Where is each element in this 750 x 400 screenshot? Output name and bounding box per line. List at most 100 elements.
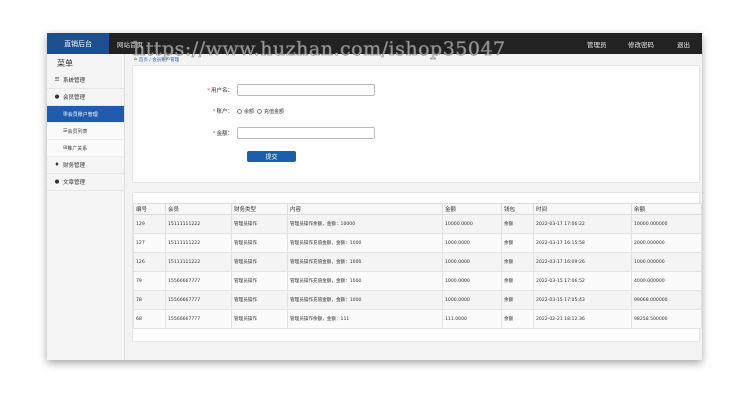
cell-amount: 10000.0000: [442, 214, 502, 234]
cell-amount: 1000.0000: [442, 252, 502, 272]
cell-member: 15111111222: [165, 214, 232, 234]
fire-icon: ♦: [54, 162, 60, 168]
col-header-balance[interactable]: 余额: [631, 203, 702, 215]
sidebar-menu: 菜单 ☰ 系统管理 ● 会员管理 ▥ 会员账户管理 ☰ 会员列表 ⊞ 推广关系 …: [47, 54, 125, 360]
main-content: ⌂ 首页 / 会员账户管理 *用户名： *账户： 余额 充值金额 *金额： 提交: [132, 54, 702, 360]
cell-type: 管理员操作: [231, 290, 288, 310]
cell-amount: 111.0000: [442, 309, 502, 329]
amount-input[interactable]: [237, 127, 375, 139]
cell-wallet: 余额: [501, 290, 534, 310]
cell-time: 2022-03-15 17:06:52: [533, 271, 632, 291]
cell-id: 78: [133, 290, 166, 310]
cell-id: 126: [133, 252, 166, 272]
menu-title: 菜单: [57, 58, 73, 68]
cell-member: 15111111222: [165, 233, 232, 253]
cell-type: 管理员操作: [231, 214, 288, 234]
col-header-content[interactable]: 内容: [287, 203, 443, 215]
col-header-member[interactable]: 会员: [165, 203, 232, 215]
col-header-wallet[interactable]: 钱包: [501, 203, 534, 215]
cell-content: 管理员操作充值金额，金额：1000: [287, 271, 443, 291]
sidebar-item-label: 文章管理: [63, 180, 86, 186]
cell-amount: 1000.0000: [442, 290, 502, 310]
cell-type: 管理员操作: [231, 271, 288, 291]
amount-label: *金额：: [212, 131, 233, 137]
logout-link[interactable]: 退出: [677, 33, 690, 54]
cell-wallet: 余额: [501, 214, 534, 234]
table-row[interactable]: 78 15566667777 管理员操作 管理员操作充值金额，金额：1000 1…: [133, 290, 702, 310]
cell-type: 管理员操作: [231, 252, 288, 272]
account-radio-balance[interactable]: 余额: [237, 108, 254, 115]
col-header-type[interactable]: 财务类型: [231, 203, 288, 215]
home-icon: ⌂: [134, 57, 137, 62]
table-row[interactable]: 68 15566667777 管理员操作 管理员操作余额，金额：111 111.…: [133, 309, 702, 329]
cell-type: 管理员操作: [231, 233, 288, 253]
table-row[interactable]: 129 15111111222 管理员操作 管理员操作余额，金额：10000 1…: [133, 214, 702, 234]
cell-content: 管理员操作充值金额，金额：1000: [287, 290, 443, 310]
cell-type: 管理员操作: [231, 309, 288, 329]
cell-member: 15566667777: [165, 309, 232, 329]
cell-member: 15111111222: [165, 252, 232, 272]
cell-wallet: 余额: [501, 233, 534, 253]
table-row[interactable]: 127 15111111222 管理员操作 管理员操作充值金额，金额：1000 …: [133, 233, 702, 253]
sidebar-item-finance[interactable]: ♦ 财务管理: [47, 157, 124, 174]
username-row: *用户名：: [133, 84, 375, 96]
change-password-link[interactable]: 修改密码: [628, 33, 654, 54]
cell-wallet: 余额: [501, 309, 534, 329]
cell-balance: 1000.000000: [631, 252, 702, 272]
table-row[interactable]: 126 15111111222 管理员操作 管理员操作充值金额，金额：1000 …: [133, 252, 702, 272]
cell-balance: 2000.000000: [631, 233, 702, 253]
account-row: *账户： 余额 充值金额: [133, 105, 287, 117]
col-header-time[interactable]: 时间: [533, 203, 632, 215]
cell-content: 管理员操作余额，金额：111: [287, 309, 443, 329]
account-label: *账户：: [212, 109, 233, 115]
cell-id: 127: [133, 233, 166, 253]
cell-balance: 10000.000000: [631, 214, 702, 234]
radio-circle: [257, 108, 263, 114]
breadcrumb-text[interactable]: 首页 / 会员账户管理: [139, 57, 179, 63]
cell-time: 2022-03-15 17:05:43: [533, 290, 632, 310]
user-icon: ●: [54, 94, 60, 100]
username-input[interactable]: [237, 84, 375, 96]
sidebar-item-label: 会员管理: [63, 95, 86, 101]
table-row[interactable]: 79 15566667777 管理员操作 管理员操作充值金额，金额：1000 1…: [133, 271, 702, 291]
cell-time: 2022-03-17 17:06:22: [533, 214, 632, 234]
nav-home-link[interactable]: 网站首页: [117, 33, 143, 54]
sidebar-item-members[interactable]: ● 会员管理: [47, 89, 124, 106]
finance-records-panel: 编号 会员 财务类型 内容 金额 钱包 时间 余额 129 1511111122…: [132, 192, 702, 342]
sidebar-item-label: 财务管理: [63, 163, 86, 169]
table-header-row: 编号 会员 财务类型 内容 金额 钱包 时间 余额: [133, 203, 702, 215]
cell-balance: 98258.500000: [631, 309, 702, 329]
breadcrumb: ⌂ 首页 / 会员账户管理: [132, 54, 179, 65]
cell-amount: 1000.0000: [442, 271, 502, 291]
col-header-amount[interactable]: 金额: [442, 203, 502, 215]
app-window: 直销后台 网站首页 管理员 修改密码 退出 菜单 ☰ 系统管理 ● 会员管理 ▥…: [47, 33, 702, 360]
cell-wallet: 余额: [501, 252, 534, 272]
list-icon: ☰: [54, 77, 60, 83]
cell-id: 129: [133, 214, 166, 234]
cell-balance: 99068.000000: [631, 290, 702, 310]
cell-balance: 4000.000000: [631, 271, 702, 291]
cell-id: 79: [133, 271, 166, 291]
sidebar-item-label: 会员账户管理: [67, 111, 98, 118]
user-icon: ●: [54, 179, 60, 185]
cell-content: 管理员操作余额，金额：10000: [287, 214, 443, 234]
brand-logo[interactable]: 直销后台: [47, 33, 109, 54]
cell-wallet: 余额: [501, 271, 534, 291]
sidebar-item-member-list[interactable]: ☰ 会员列表: [47, 123, 124, 140]
sidebar-item-articles[interactable]: ● 文章管理: [47, 174, 124, 191]
sidebar-item-referrals[interactable]: ⊞ 推广关系: [47, 140, 124, 157]
top-navigation-bar: 直销后台 网站首页 管理员 修改密码 退出: [47, 33, 702, 54]
admin-user-label[interactable]: 管理员: [587, 33, 607, 54]
sidebar-item-label: 会员列表: [67, 128, 88, 135]
sidebar-item-system[interactable]: ☰ 系统管理: [47, 72, 124, 89]
col-header-id[interactable]: 编号: [133, 203, 166, 215]
sidebar-item-member-accounts[interactable]: ▥ 会员账户管理: [47, 106, 124, 123]
finance-records-table: 编号 会员 财务类型 内容 金额 钱包 时间 余额 129 1511111122…: [133, 203, 702, 329]
account-radio-recharge[interactable]: 充值金额: [257, 108, 284, 115]
account-adjust-form: *用户名： *账户： 余额 充值金额 *金额： 提交: [132, 65, 700, 183]
cell-time: 2022-02-21 18:12:36: [533, 309, 632, 329]
submit-button[interactable]: 提交: [247, 151, 296, 162]
table-body: 129 15111111222 管理员操作 管理员操作余额，金额：10000 1…: [133, 214, 702, 329]
cell-amount: 1000.0000: [442, 233, 502, 253]
cell-content: 管理员操作充值金额，金额：1000: [287, 233, 443, 253]
